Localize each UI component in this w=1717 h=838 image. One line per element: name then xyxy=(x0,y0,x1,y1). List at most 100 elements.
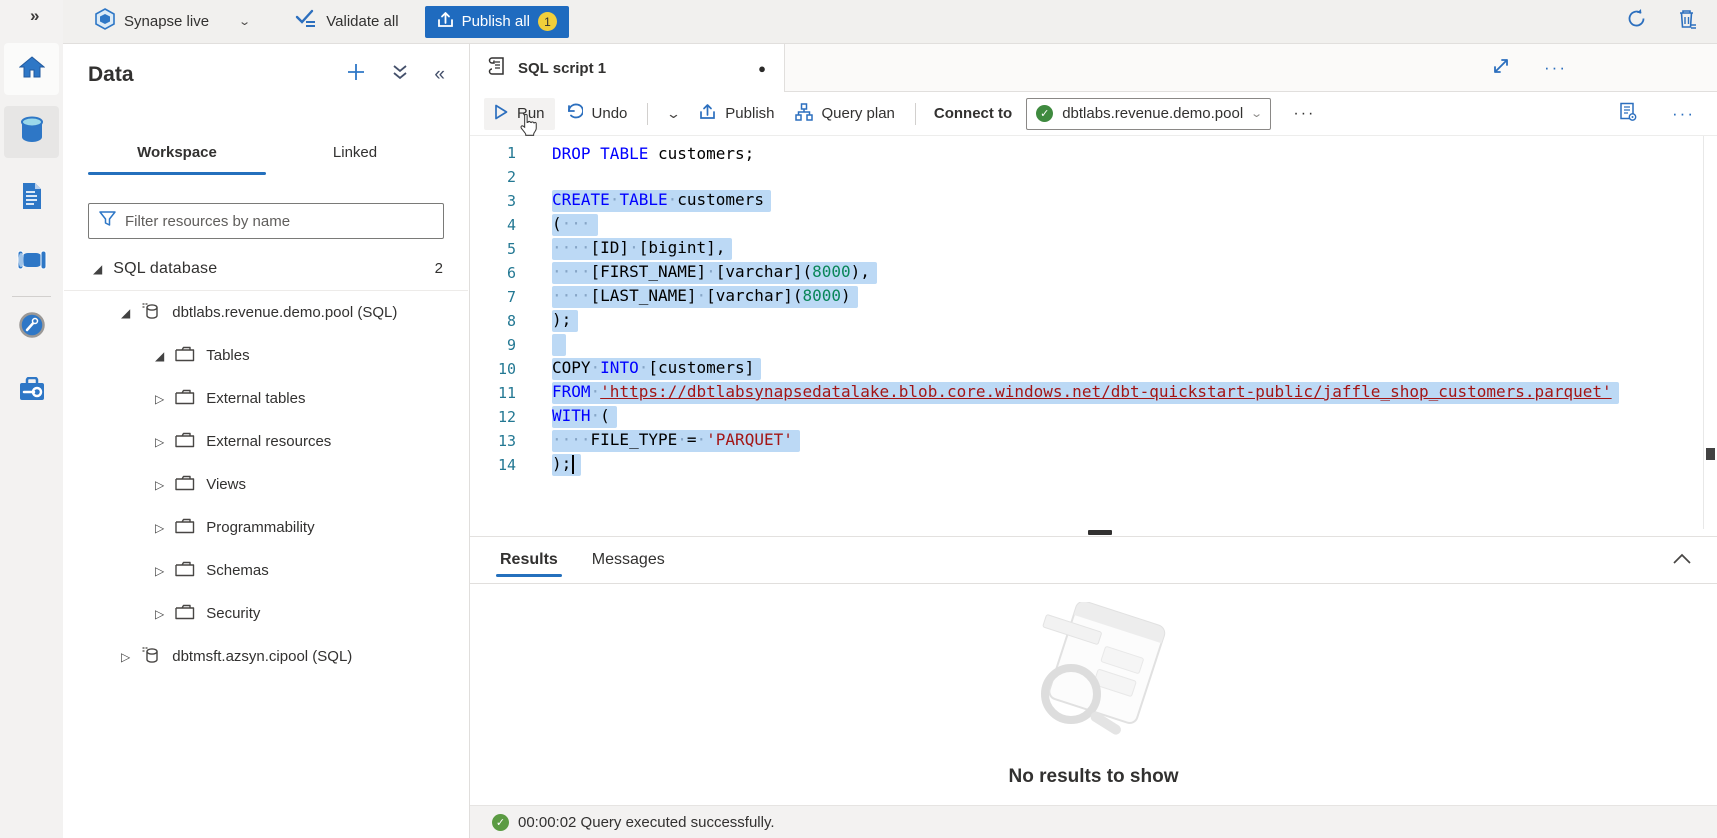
scrollbar-thumb[interactable] xyxy=(1706,448,1715,460)
code-line-5[interactable]: 5····[ID]·[bigint], xyxy=(470,237,1717,261)
line-number: 6 xyxy=(470,264,516,282)
tree-item-schemas[interactable]: ▷ Schemas xyxy=(63,549,469,592)
tree-item-external-resources[interactable]: ▷External resources xyxy=(63,420,469,463)
line-number: 13 xyxy=(470,432,516,450)
filter-input[interactable] xyxy=(125,213,433,230)
toolbar-chevron-button[interactable]: ⌄ xyxy=(658,100,689,128)
tab-workspace[interactable]: Workspace xyxy=(88,144,266,173)
sql-pool-icon xyxy=(141,301,161,325)
tree-item-security[interactable]: ▷Security xyxy=(63,592,469,635)
undo-label: Undo xyxy=(592,105,628,122)
sidebar-item-monitor[interactable] xyxy=(4,301,59,353)
code-line-8[interactable]: 8); xyxy=(470,309,1717,333)
toolbar-divider xyxy=(915,103,916,125)
code-line-2[interactable]: 2 xyxy=(470,165,1717,189)
discard-trash-icon[interactable] xyxy=(1677,8,1697,35)
refresh-icon[interactable] xyxy=(1626,8,1647,35)
toolbar-more-icon[interactable]: ··· xyxy=(1293,105,1315,123)
sidebar-item-integrate[interactable] xyxy=(4,236,59,288)
connect-to-dropdown[interactable]: ✓ dbtlabs.revenue.demo.pool ⌄ xyxy=(1026,98,1271,130)
chevron-collapsed-icon[interactable]: ▷ xyxy=(155,607,164,621)
sidebar-item-home[interactable] xyxy=(4,43,59,95)
tab-more-icon[interactable]: ··· xyxy=(1544,58,1567,78)
code-line-12[interactable]: 12WITH·( xyxy=(470,405,1717,429)
gauge-icon xyxy=(19,312,45,343)
line-number: 12 xyxy=(470,408,516,426)
line-number: 8 xyxy=(470,312,516,330)
code-line-7[interactable]: 7····[LAST_NAME]·[varchar](8000) xyxy=(470,285,1717,309)
sidebar-item-data[interactable] xyxy=(4,106,59,158)
properties-icon[interactable] xyxy=(1618,102,1638,126)
editor-toolbar: Run Undo ⌄ Publish xyxy=(470,92,1717,136)
collapse-results-icon[interactable] xyxy=(1673,551,1691,569)
tree-item-label: Schemas xyxy=(206,562,269,579)
unsaved-indicator: ● xyxy=(758,61,766,76)
code-text: ····[ID]·[bigint], xyxy=(552,238,732,260)
tree-item-tables[interactable]: ◢Tables xyxy=(63,334,469,377)
empty-results-title: No results to show xyxy=(1009,766,1179,788)
publish-button[interactable]: Publish xyxy=(689,97,784,130)
validate-all-button[interactable]: Validate all xyxy=(295,9,398,34)
code-text: CREATE·TABLE·customers xyxy=(552,190,771,212)
add-resource-icon[interactable] xyxy=(346,62,366,87)
chevron-collapsed-icon[interactable]: ▷ xyxy=(155,478,164,492)
collapse-panel-icon[interactable]: « xyxy=(434,64,445,86)
expand-editor-icon[interactable] xyxy=(1492,57,1510,80)
chevron-collapsed-icon[interactable]: ▷ xyxy=(121,650,130,664)
document-icon xyxy=(20,182,44,215)
run-button[interactable]: Run xyxy=(484,98,555,130)
collapse-all-icon[interactable] xyxy=(392,63,408,86)
code-line-9[interactable]: 9 xyxy=(470,333,1717,357)
chevron-collapsed-icon[interactable]: ▷ xyxy=(155,521,164,535)
chevron-down-icon: ⌄ xyxy=(1250,107,1263,120)
undo-button[interactable]: Undo xyxy=(555,97,638,130)
chevron-collapsed-icon[interactable]: ▷ xyxy=(155,435,164,449)
left-nav-rail: » xyxy=(0,0,63,838)
chevron-expanded-icon[interactable]: ◢ xyxy=(155,349,164,363)
publish-all-button[interactable]: Publish all 1 xyxy=(425,6,569,38)
line-number: 11 xyxy=(470,384,516,402)
expand-rail-button[interactable]: » xyxy=(30,6,39,26)
publish-icon xyxy=(437,11,454,32)
code-line-1[interactable]: 1DROP TABLE customers; xyxy=(470,141,1717,165)
chevron-collapsed-icon[interactable]: ▷ xyxy=(155,564,164,578)
code-area[interactable]: 1DROP TABLE customers;23CREATE·TABLE·cus… xyxy=(470,136,1717,529)
code-line-6[interactable]: 6····[FIRST_NAME]·[varchar](8000), xyxy=(470,261,1717,285)
pipeline-icon xyxy=(17,249,47,276)
tree-item-dbtmsft-azsyn-cipool-sql[interactable]: ▷ dbtmsft.azsyn.cipool (SQL) xyxy=(63,635,469,678)
tree-item-label: dbtmsft.azsyn.cipool (SQL) xyxy=(172,648,352,665)
code-line-10[interactable]: 10COPY·INTO·[customers] xyxy=(470,357,1717,381)
chevron-down-icon[interactable]: ⌄ xyxy=(238,15,251,28)
sidebar-item-manage[interactable] xyxy=(4,365,59,417)
tab-messages[interactable]: Messages xyxy=(588,537,669,583)
query-plan-label: Query plan xyxy=(822,105,895,122)
publish-label: Publish xyxy=(725,105,774,122)
code-line-3[interactable]: 3CREATE·TABLE·customers xyxy=(470,189,1717,213)
mode-switcher[interactable]: Synapse live ⌄ xyxy=(95,8,249,35)
line-number: 4 xyxy=(470,216,516,234)
sidebar-item-develop[interactable] xyxy=(4,172,59,224)
tree-item-views[interactable]: ▷Views xyxy=(63,463,469,506)
tree-item-external-tables[interactable]: ▷External tables xyxy=(63,377,469,420)
code-line-4[interactable]: 4(··· xyxy=(470,213,1717,237)
tree-item-label: dbtlabs.revenue.demo.pool (SQL) xyxy=(172,304,397,321)
code-line-11[interactable]: 11FROM·'https://dbtlabsynapsedatalake.bl… xyxy=(470,381,1717,405)
chevron-expanded-icon[interactable]: ◢ xyxy=(93,262,102,276)
filter-box[interactable] xyxy=(88,203,444,239)
tab-sql-script-1[interactable]: SQL script 1 ● xyxy=(470,44,785,92)
editor-scrollbar[interactable] xyxy=(1703,136,1717,529)
tree-item-dbtlabs-revenue-demo-pool-sql[interactable]: ◢ dbtlabs.revenue.demo.pool (SQL) xyxy=(63,291,469,334)
editor-more-icon[interactable]: ··· xyxy=(1672,104,1695,124)
tree-section-sql-database[interactable]: ◢ SQL database 2 xyxy=(63,247,469,290)
chevron-expanded-icon[interactable]: ◢ xyxy=(121,306,130,320)
tree-item-programmability[interactable]: ▷Programmability xyxy=(63,506,469,549)
splitter-handle[interactable] xyxy=(1088,530,1112,535)
results-splitter[interactable] xyxy=(470,529,1717,536)
code-line-13[interactable]: 13····FILE_TYPE·=·'PARQUET' xyxy=(470,429,1717,453)
code-line-14[interactable]: 14); xyxy=(470,453,1717,477)
chevron-collapsed-icon[interactable]: ▷ xyxy=(155,392,164,406)
tab-linked[interactable]: Linked xyxy=(266,144,444,173)
query-plan-button[interactable]: Query plan xyxy=(785,97,905,131)
tab-results[interactable]: Results xyxy=(496,537,562,583)
top-command-bar: Synapse live ⌄ Validate all Publish all … xyxy=(63,0,1717,44)
